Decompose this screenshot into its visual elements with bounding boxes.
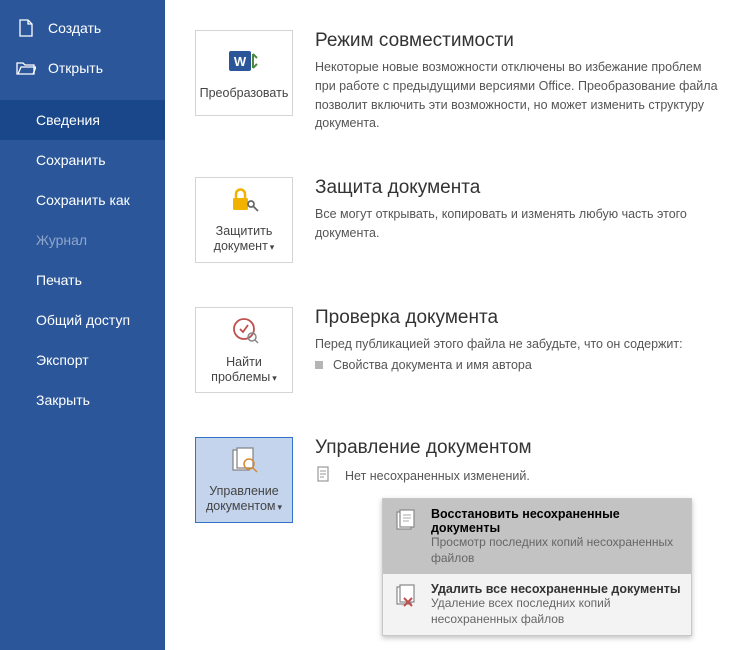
sidebar-item-open[interactable]: Открыть <box>0 48 165 88</box>
sidebar-label: Сохранить как <box>36 192 130 208</box>
dropdown-item-title: Восстановить несохраненные документы <box>431 507 681 535</box>
compat-text: Некоторые новые возможности отключены во… <box>315 58 720 133</box>
recover-documents-icon <box>393 507 421 535</box>
section-compatibility: W Преобразовать Режим совместимости Неко… <box>195 30 720 133</box>
sidebar-label: Создать <box>48 20 101 36</box>
square-bullet-icon <box>315 361 323 369</box>
convert-button[interactable]: W Преобразовать <box>195 30 293 116</box>
sidebar-item-saveas[interactable]: Сохранить как <box>0 180 165 220</box>
dropdown-item-desc: Просмотр последних копий несохраненных ф… <box>431 535 681 566</box>
recover-unsaved-item[interactable]: Восстановить несохраненные документы Про… <box>383 499 691 574</box>
manage-document-button[interactable]: Управление документом▾ <box>195 437 293 523</box>
svg-text:W: W <box>234 54 247 69</box>
bullet-text: Свойства документа и имя автора <box>333 358 532 372</box>
chevron-down-icon: ▾ <box>270 242 275 252</box>
section-inspect: Найти проблемы▾ Проверка документа Перед… <box>195 307 720 393</box>
sidebar-item-create[interactable]: Создать <box>0 8 165 48</box>
sidebar-item-history: Журнал <box>0 220 165 260</box>
lock-key-icon <box>228 186 260 218</box>
sidebar-item-close[interactable]: Закрыть <box>0 380 165 420</box>
document-icon <box>315 465 333 486</box>
sidebar-label: Закрыть <box>36 392 90 408</box>
chevron-down-icon: ▾ <box>272 373 277 383</box>
sidebar-label: Сохранить <box>36 152 106 168</box>
sidebar-label: Сведения <box>36 112 100 128</box>
tile-label: Управление документом▾ <box>196 484 292 514</box>
protect-text: Все могут открывать, копировать и изменя… <box>315 205 720 243</box>
manage-text: Нет несохраненных изменений. <box>345 469 530 483</box>
inspect-text: Перед публикацией этого файла не забудьт… <box>315 335 720 354</box>
sidebar-label: Экспорт <box>36 352 89 368</box>
info-panel: W Преобразовать Режим совместимости Неко… <box>165 0 750 650</box>
word-convert-icon: W <box>227 46 261 80</box>
tile-label: Найти проблемы▾ <box>196 355 292 385</box>
manage-title: Управление документом <box>315 437 720 459</box>
new-document-icon <box>16 18 36 38</box>
manage-status-row: Нет несохраненных изменений. <box>315 465 720 486</box>
inspect-icon <box>229 315 259 349</box>
sidebar-item-save[interactable]: Сохранить <box>0 140 165 180</box>
sidebar-label: Общий доступ <box>36 312 130 328</box>
sidebar-item-export[interactable]: Экспорт <box>0 340 165 380</box>
manage-document-icon <box>229 446 259 478</box>
sidebar-label: Печать <box>36 272 82 288</box>
inspect-title: Проверка документа <box>315 307 720 329</box>
protect-document-button[interactable]: Защитить документ▾ <box>195 177 293 263</box>
dropdown-item-title: Удалить все несохраненные документы <box>431 582 681 596</box>
section-protect: Защитить документ▾ Защита документа Все … <box>195 177 720 263</box>
inspect-bullet: Свойства документа и имя автора <box>315 358 720 372</box>
tile-label: Преобразовать <box>200 86 289 101</box>
delete-unsaved-item[interactable]: Удалить все несохраненные документы Удал… <box>383 574 691 635</box>
backstage-sidebar: Создать Открыть Сведения Сохранить Сохра… <box>0 0 165 650</box>
manage-document-dropdown: Восстановить несохраненные документы Про… <box>382 498 692 636</box>
protect-title: Защита документа <box>315 177 720 199</box>
delete-documents-icon <box>393 582 421 610</box>
sidebar-item-info[interactable]: Сведения <box>0 100 165 140</box>
check-for-issues-button[interactable]: Найти проблемы▾ <box>195 307 293 393</box>
tile-label: Защитить документ▾ <box>196 224 292 254</box>
sidebar-item-print[interactable]: Печать <box>0 260 165 300</box>
chevron-down-icon: ▾ <box>278 502 283 512</box>
dropdown-item-desc: Удаление всех последних копий несохранен… <box>431 596 681 627</box>
sidebar-item-share[interactable]: Общий доступ <box>0 300 165 340</box>
compat-title: Режим совместимости <box>315 30 720 52</box>
sidebar-label: Открыть <box>48 60 103 76</box>
folder-open-icon <box>16 58 36 78</box>
sidebar-label: Журнал <box>36 232 87 248</box>
